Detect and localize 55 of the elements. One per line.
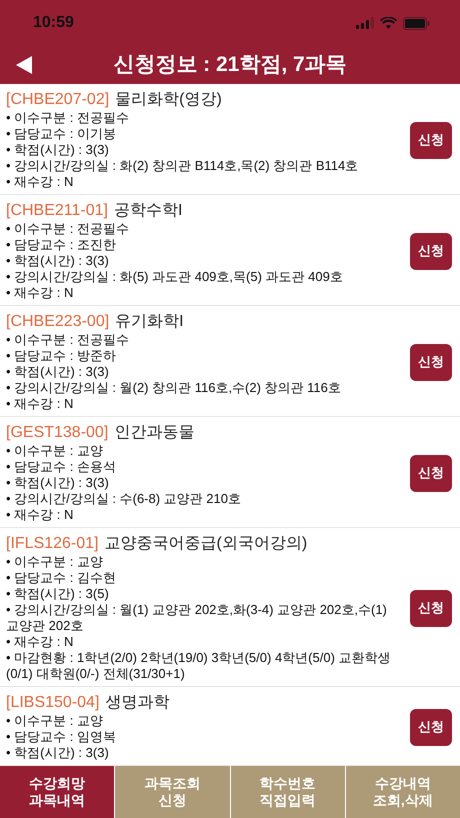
course-detail: • 학점(시간) : 3(3) — [6, 142, 110, 158]
status-time: 10:59 — [33, 14, 74, 32]
apply-button[interactable]: 신청 — [410, 232, 452, 270]
course-code: [CHBE207-02] — [6, 90, 110, 110]
course-detail: • 재수강 : N — [6, 285, 74, 301]
apply-button[interactable]: 신청 — [410, 590, 452, 626]
course-detail: • 학점(시간) : 3(5) — [6, 586, 110, 602]
course-code: [IFLS126-01] — [6, 534, 98, 554]
course-detail: • 이수구분 : 전공필수 — [6, 110, 130, 126]
course-detail: • 담당교수 : 이기봉 — [6, 126, 117, 142]
course-code: [CHBE223-00] — [6, 312, 110, 332]
course-detail: • 이수구분 : 전공필수 — [6, 332, 130, 348]
course-detail: • 재수강 : N — [6, 396, 74, 412]
course-code: [LIBS150-04] — [6, 693, 100, 713]
course-detail: • 강의시간/강의실 : 월(2) 창의관 116호,수(2) 창의관 116호 — [6, 380, 342, 396]
apply-button[interactable]: 신청 — [410, 454, 452, 492]
course-detail: • 담당교수 : 김수현 — [6, 570, 117, 586]
back-icon — [16, 56, 32, 74]
course-detail: • 학점(시간) : 3(3) — [6, 475, 110, 491]
course-detail: • 학점(시간) : 3(3) — [6, 364, 110, 380]
course-detail: • 담당교수 : 손용석 — [6, 459, 117, 475]
battery-icon — [403, 16, 430, 30]
tab[interactable]: 수강희망 과목내역 — [0, 766, 114, 818]
back-button[interactable] — [14, 54, 34, 76]
signal-icon — [356, 17, 374, 29]
course-detail: • 학점(시간) : 3(3) — [6, 253, 110, 269]
wifi-icon — [380, 17, 397, 29]
course-detail: • 학점(시간) : 3(3) — [6, 745, 110, 761]
apply-button[interactable]: 신청 — [410, 122, 452, 158]
page-title: 신청정보 : 21학점, 7과목 — [113, 52, 347, 78]
course-detail: • 담당교수 : 임영복 — [6, 729, 117, 745]
course-name: 유기화학I — [115, 312, 184, 332]
course-name: 교양중국어중급(외국어강의) — [104, 534, 308, 554]
course-detail: • 강의시간/강의실 : 수(6-8) 교양관 210호 — [6, 491, 242, 507]
course-name: 인간과동물 — [114, 423, 194, 443]
course-detail: • 마감현황 : 1학년(2/0) 2학년(19/0) 3학년(5/0) 4학년(5/0) 교환학생(0/1) 대학원(0/-) 전체(31/30+1) — [6, 650, 391, 682]
course-name: 생명과학 — [105, 693, 170, 713]
course-detail: • 이수구분 : 교양 — [6, 554, 104, 570]
course-detail: • 재수강 : N — [6, 634, 74, 650]
apply-button[interactable]: 신청 — [410, 344, 452, 380]
course-detail: • 재수강 : N — [6, 507, 74, 523]
course-detail: • 이수구분 : 전공필수 — [6, 221, 130, 237]
course-detail: • 담당교수 : 방준하 — [6, 348, 117, 364]
course-code: [CHBE211-01] — [6, 201, 108, 221]
course-detail: • 강의시간/강의실 : 화(2) 창의관 B114호,목(2) 창의관 B114호 — [6, 158, 360, 174]
course-name: 물리화학(영강) — [115, 90, 222, 110]
course-detail: • 강의시간/강의실 : 월(1) 교양관 202호,화(3-4) 교양관 202호,수(1) 교양관 202호 — [6, 602, 388, 634]
course-detail: • 담당교수 : 조진한 — [6, 237, 117, 253]
apply-button[interactable]: 신청 — [410, 708, 452, 746]
course-detail: • 강의시간/강의실 : 화(5) 과도관 409호,목(5) 과도관 409호 — [6, 269, 344, 285]
course-name: 공학수학I — [114, 201, 182, 221]
course-detail: • 재수강 : N — [6, 174, 74, 190]
course-detail: • 이수구분 : 교양 — [6, 713, 104, 729]
course-code: [GEST138-00] — [6, 423, 108, 443]
course-detail: • 이수구분 : 교양 — [6, 443, 104, 459]
